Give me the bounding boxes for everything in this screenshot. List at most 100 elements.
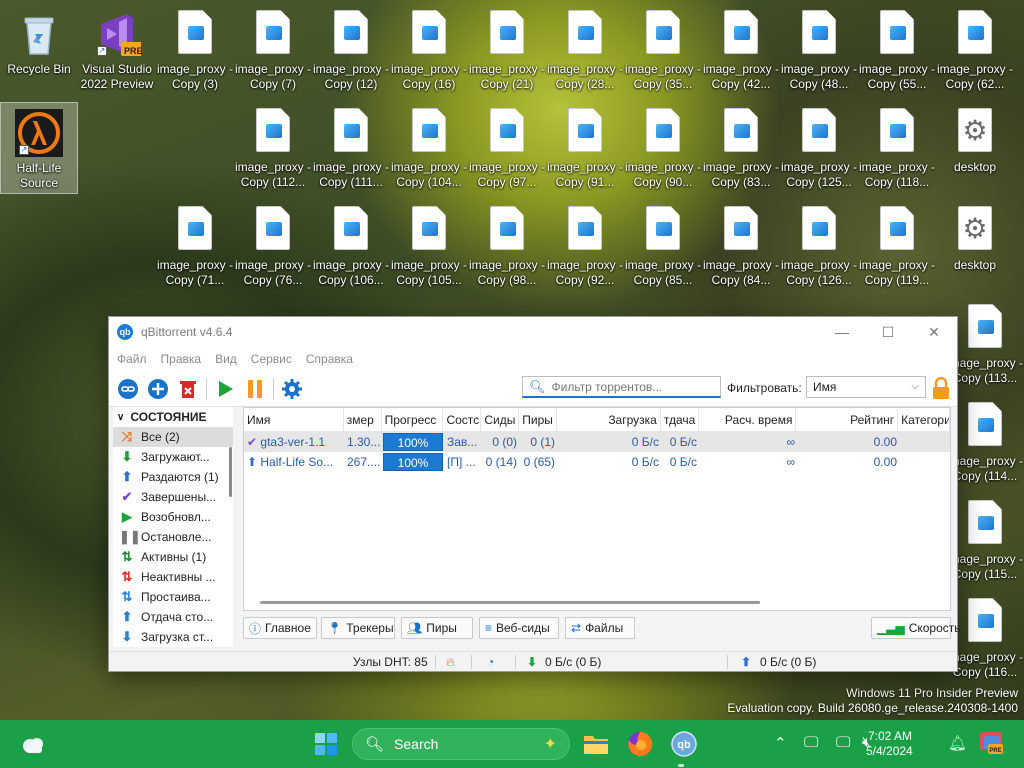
desktop-icon-image-proxy[interactable]: image_proxy - Copy (3) [156,4,234,96]
torrent-row[interactable]: ⬆ Half-Life So... 267.... 100% [П] ... 0 (14… [244,452,950,472]
desktop-icon-image-proxy[interactable]: image_proxy - Copy (105... [390,200,468,292]
tab-files[interactable]: ⇄ Файлы [565,617,635,639]
weather-icon[interactable] [20,732,46,756]
column-header[interactable]: Рейтинг [796,408,899,431]
desktop-icon-image-proxy[interactable]: image_proxy - Copy (28... [546,4,624,96]
desktop-icon-image-proxy[interactable]: image_proxy - Copy (21) [468,4,546,96]
desktop-icon-image-proxy[interactable]: image_proxy - Copy (119... [858,200,936,292]
monitor-icon[interactable]: 🖵︎ [836,734,850,751]
tab-general[interactable]: ⓘ Главное [243,617,317,639]
sidebar-item[interactable]: ⇅ Простаива... [113,587,233,607]
desktop-icon-image-proxy[interactable]: image_proxy - Copy (112... [234,102,312,194]
qbittorrent-taskbar-icon[interactable]: qb [670,730,698,758]
desktop-icon-image-proxy[interactable]: image_proxy - Copy (126... [780,200,858,292]
resume-button[interactable] [210,374,240,404]
tab-trackers[interactable]: 📍︎ Трекеры [321,617,395,639]
pause-button[interactable] [240,374,270,404]
desktop-icon-image-proxy[interactable]: image_proxy - Copy (104... [390,102,468,194]
column-header[interactable]: Категори [898,408,950,431]
add-link-button[interactable] [113,374,143,404]
sidebar-item[interactable]: ⬆ Отдача сто... [113,607,233,627]
desktop-icon-image-proxy[interactable]: image_proxy - Copy (125... [780,102,858,194]
sidebar-item[interactable]: ⇅ Активны (1) [113,547,233,567]
sidebar-item[interactable]: ❚❚ Остановле... [113,527,233,547]
desktop-icon-image-proxy[interactable]: image_proxy - Copy (12) [312,4,390,96]
desktop-icon-image-proxy[interactable]: image_proxy - Copy (84... [702,200,780,292]
file-explorer-icon[interactable] [582,730,610,758]
network-off-icon[interactable]: 🖵︎ [804,734,818,751]
desktop-icon-image-proxy[interactable]: image_proxy - Copy (48... [780,4,858,96]
menu-file[interactable]: Файл [117,352,147,366]
speed-limit-icon[interactable]: ◔ [487,655,494,669]
desktop-icon-image-proxy[interactable]: image_proxy - Copy (118... [858,102,936,194]
desktop-icon-image-proxy[interactable]: image_proxy - Copy (16) [390,4,468,96]
column-header[interactable]: Расч. время [699,408,797,431]
desktop-icon-image-proxy[interactable]: image_proxy - Copy (83... [702,102,780,194]
column-header[interactable]: Сиды [481,408,520,431]
desktop-icon-desktop-ini[interactable]: ⚙ desktop [936,102,1014,194]
desktop-icon-image-proxy[interactable]: image_proxy - Copy (7) [234,4,312,96]
sidebar-item[interactable]: ▶ Возобновл... [113,507,233,527]
start-button[interactable] [314,732,338,756]
lock-icon[interactable] [932,377,950,399]
desktop-icon-image-proxy[interactable]: image_proxy - Copy (90... [624,102,702,194]
column-header[interactable]: Прогресс [382,408,444,431]
sidebar-scrollbar[interactable] [229,447,232,497]
sidebar-item[interactable]: ⬇ Загрузка ст... [113,627,233,647]
qbittorrent-window[interactable]: qb qBittorrent v4.6.4 — ☐ ✕ Файл Правка … [108,316,961,672]
desktop-icon-image-proxy[interactable]: image_proxy - Copy (62... [936,4,1014,96]
delete-button[interactable] [173,374,203,404]
notification-bell-icon[interactable]: 🔔︎ [948,734,967,752]
tab-web-seeds[interactable]: ≡ Веб-сиды [479,617,559,639]
column-header[interactable]: тдача [661,408,699,431]
desktop-icon-image-proxy[interactable]: image_proxy - Copy (92... [546,200,624,292]
desktop-icon-image-proxy[interactable]: image_proxy - Copy (97... [468,102,546,194]
desktop-icon-recycle-bin[interactable]: Recycle Bin [0,4,78,96]
sidebar-header[interactable]: ∨ СОСТОЯНИЕ [113,407,233,427]
desktop-icon-image-proxy[interactable]: image_proxy - Copy (55... [858,4,936,96]
desktop-icon-desktop-ini[interactable]: ⚙ desktop [936,200,1014,292]
add-torrent-button[interactable] [143,374,173,404]
column-header[interactable]: Загрузка [557,408,661,431]
desktop-icon-image-proxy[interactable]: image_proxy - Copy (106... [312,200,390,292]
column-header[interactable]: Состс [443,408,482,431]
column-header[interactable]: Пиры [519,408,558,431]
options-button[interactable] [277,374,307,404]
torrent-filter-input[interactable]: 🔍︎ Фильтр торрентов... [522,376,721,398]
desktop-icon-image-proxy[interactable]: image_proxy - Copy (76... [234,200,312,292]
firefox-icon[interactable] [626,730,654,758]
maximize-button[interactable]: ☐ [865,317,911,347]
desktop-icon-visual-studio[interactable]: PRE ↗ Visual Studio 2022 Preview [78,4,156,96]
menu-view[interactable]: Вид [215,352,237,366]
tab-peers[interactable]: 👥︎ Пиры [401,617,473,639]
desktop-icon-image-proxy[interactable]: image_proxy - Copy (111... [312,102,390,194]
taskbar-search[interactable]: 🔍︎ Search ✦ [352,728,570,760]
horizontal-scrollbar[interactable] [260,601,760,604]
desktop-icon-image-proxy[interactable]: image_proxy - Copy (35... [624,4,702,96]
desktop-icon-image-proxy[interactable]: image_proxy - Copy (91... [546,102,624,194]
taskbar-clock[interactable]: 7:02 AM 5/4/2024 [866,729,913,759]
speed-button[interactable]: ▁▃▅ Скорость [871,617,961,639]
column-header[interactable]: змер [344,408,382,431]
desktop-icon-image-proxy[interactable]: image_proxy - Copy (98... [468,200,546,292]
menu-help[interactable]: Справка [306,352,353,366]
sidebar-item[interactable]: ⬇ Загружают... [113,447,233,467]
sidebar-item[interactable]: ⤨ Все (2) [113,427,233,447]
desktop-icon-image-proxy[interactable]: image_proxy - Copy (71... [156,200,234,292]
dev-home-pre-icon[interactable]: PRE [978,730,1004,756]
filter-by-select[interactable]: Имя ⌵ [806,376,926,398]
desktop-icon-half-life[interactable]: ↗ Half-Life Source [0,102,78,194]
column-header[interactable]: Имя [244,408,344,431]
menu-edit[interactable]: Правка [161,352,202,366]
sidebar-item[interactable]: ⇅ Неактивны ... [113,567,233,587]
sidebar-item[interactable]: ⬆ Раздаются (1) [113,467,233,487]
desktop-icon-image-proxy[interactable]: image_proxy - Copy (85... [624,200,702,292]
torrent-row[interactable]: ✔ gta3-ver-1.1 1.30... 100% Зав... 0 (0) 0 (1… [244,432,950,452]
title-bar[interactable]: qb qBittorrent v4.6.4 — ☐ ✕ [109,317,957,347]
desktop-icon-image-proxy[interactable]: image_proxy - Copy (42... [702,4,780,96]
chevron-up-icon[interactable]: ⌃ [774,734,787,752]
sidebar-item[interactable]: ✔ Завершены... [113,487,233,507]
menu-tools[interactable]: Сервис [251,352,292,366]
minimize-button[interactable]: — [819,317,865,347]
close-button[interactable]: ✕ [911,317,957,347]
